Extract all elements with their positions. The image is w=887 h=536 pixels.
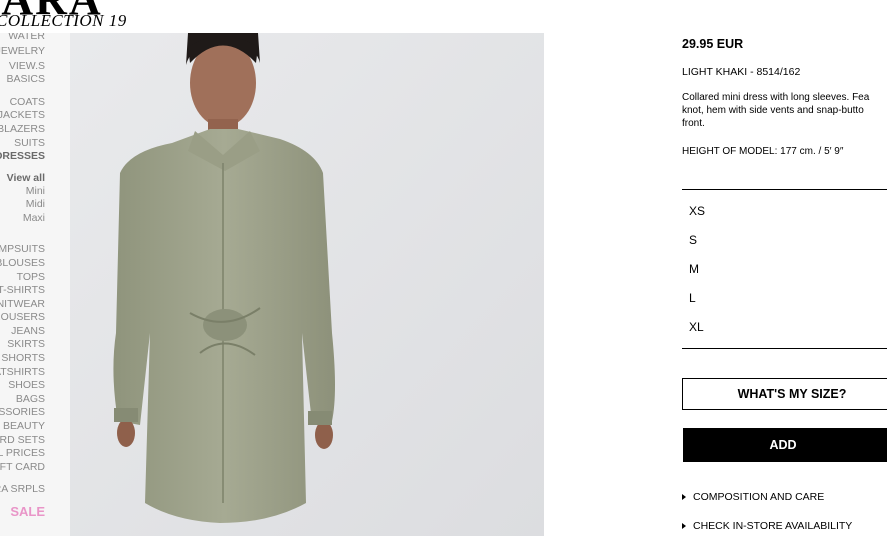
product-price: 29.95 EUR	[682, 37, 744, 51]
sidebar-item-shorts[interactable]: SHORTS	[1, 352, 45, 364]
sidebar-item-jackets[interactable]: JACKETS	[0, 109, 45, 121]
caret-right-icon	[682, 494, 686, 500]
sidebar-item-bags[interactable]: BAGS	[16, 393, 45, 405]
category-sidebar: WATER JEWELRY VIEW.S BASICS COATS JACKET…	[0, 33, 70, 536]
sidebar-item-water[interactable]: WATER	[8, 33, 45, 42]
sidebar-item-t-shirts[interactable]: T-SHIRTS	[0, 284, 45, 296]
sidebar-item-sale[interactable]: SALE	[10, 505, 45, 518]
composition-care-link[interactable]: COMPOSITION AND CARE	[682, 491, 824, 503]
store-availability-link[interactable]: CHECK IN-STORE AVAILABILITY	[682, 520, 852, 532]
sidebar-subitem-midi[interactable]: Midi	[26, 198, 45, 210]
product-image[interactable]	[70, 33, 544, 536]
size-option-s[interactable]: S	[689, 233, 697, 247]
description-line: front.	[682, 118, 705, 129]
sidebar-item-skirts[interactable]: SKIRTS	[7, 338, 45, 350]
description-line: knot, hem with side vents and snap-butto	[682, 105, 864, 116]
sidebar-item-basics[interactable]: BASICS	[6, 73, 45, 85]
caret-right-icon	[682, 523, 686, 529]
product-description: Collared mini dress with long sleeves. F…	[682, 91, 887, 130]
whats-my-size-label: WHAT'S MY SIZE?	[737, 387, 847, 401]
size-option-xl[interactable]: XL	[689, 320, 704, 334]
store-availability-label: CHECK IN-STORE AVAILABILITY	[693, 520, 853, 532]
description-line: Collared mini dress with long sleeves. F…	[682, 92, 870, 103]
sidebar-subitem-maxi[interactable]: Maxi	[23, 212, 45, 224]
sidebar-item-jumpsuits[interactable]: JUMPSUITS	[0, 243, 45, 255]
sidebar-item-suits[interactable]: SUITS	[14, 137, 45, 149]
sidebar-item-jewelry[interactable]: JEWELRY	[0, 45, 45, 57]
size-option-m[interactable]: M	[689, 262, 699, 276]
sidebar-item-dresses[interactable]: DRESSES	[0, 150, 45, 162]
sidebar-item-special-prices[interactable]: SPECIAL PRICES	[0, 447, 45, 459]
sidebar-item-jeans[interactable]: JEANS	[11, 325, 45, 337]
size-option-l[interactable]: L	[689, 291, 696, 305]
size-list-divider-top	[682, 189, 887, 190]
sidebar-item-shoes[interactable]: SHOES	[8, 379, 45, 391]
sidebar-subitem-mini[interactable]: Mini	[26, 185, 45, 197]
size-option-xs[interactable]: XS	[689, 204, 705, 218]
sidebar-item-gift-card[interactable]: GIFT CARD	[0, 461, 45, 473]
whats-my-size-button[interactable]: WHAT'S MY SIZE?	[682, 378, 887, 410]
sidebar-item-views[interactable]: VIEW.S	[9, 60, 45, 72]
size-list-divider-bottom	[682, 348, 887, 349]
sidebar-item-coats[interactable]: COATS	[10, 96, 45, 108]
product-color-ref: LIGHT KHAKI - 8514/162	[682, 66, 801, 78]
model-height: HEIGHT OF MODEL: 177 cm. / 5′ 9″	[682, 146, 844, 157]
sidebar-item-coord-sets[interactable]: COORD SETS	[0, 434, 45, 446]
sidebar-subitem-view-all[interactable]: View all	[7, 172, 45, 184]
sidebar-item-knitwear[interactable]: KNITWEAR	[0, 298, 45, 310]
add-to-bag-button[interactable]: ADD	[683, 428, 887, 462]
model-dress-illustration	[70, 33, 544, 536]
sidebar-item-blazers[interactable]: BLAZERS	[0, 123, 45, 135]
sidebar-item-tops[interactable]: TOPS	[17, 271, 45, 283]
sidebar-item-trousers[interactable]: TROUSERS	[0, 311, 45, 323]
sidebar-item-sweatshirts[interactable]: SWEATSHIRTS	[0, 366, 45, 378]
sidebar-item-blouses[interactable]: BLOUSES	[0, 257, 45, 269]
sidebar-item-beauty[interactable]: BEAUTY	[3, 420, 45, 432]
collection-label: COLLECTION 19	[0, 11, 127, 30]
sidebar-item-srpls[interactable]: ZARA SRPLS	[0, 483, 45, 495]
sidebar-item-accessories[interactable]: ACCESSORIES	[0, 406, 45, 418]
composition-care-label: COMPOSITION AND CARE	[693, 491, 825, 503]
add-label: ADD	[769, 438, 797, 452]
